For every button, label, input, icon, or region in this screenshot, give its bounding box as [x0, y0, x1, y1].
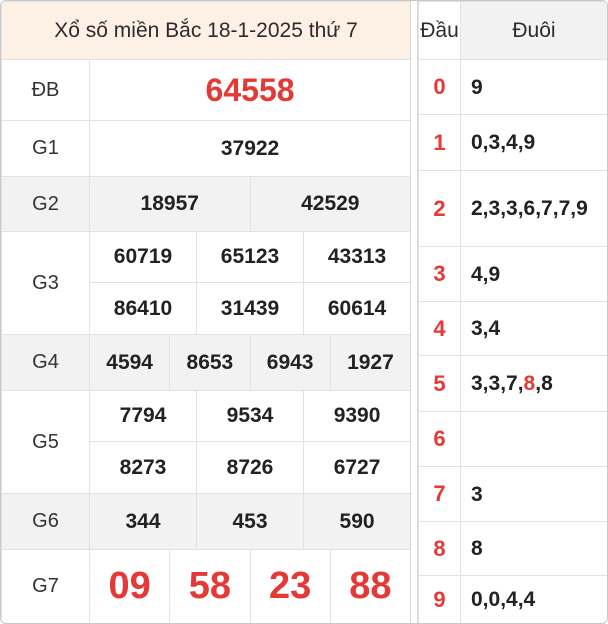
prize-label: G4: [1, 334, 90, 391]
loto-head-digit: 6: [418, 411, 461, 467]
loto-head-digit: 4: [418, 301, 461, 356]
loto-head-digit: 1: [418, 114, 461, 171]
prize-number: 9390: [302, 390, 412, 442]
prize-number: 18957: [89, 176, 251, 232]
prize-number: 8726: [196, 441, 304, 494]
loto-tail-digits: 2,3,3,6,7,7,9: [460, 170, 607, 247]
prize-number: 37922: [88, 120, 412, 177]
prize-label: G7: [1, 549, 90, 623]
loto-head-tail-table: Đầu Đuôi 0 9 1 0,3,4,9 2 2,3,3,6,7,7,9 3…: [418, 1, 607, 623]
loto-row: 4 3,4: [418, 301, 607, 356]
loto-row: 3 4,9: [418, 246, 607, 302]
column-divider: [410, 1, 418, 623]
prize-row-g4: G4 4594 8653 6943 1927: [1, 334, 412, 391]
loto-tail-digits: 0,3,4,9: [460, 114, 607, 171]
results-table: Xổ số miền Bắc 18-1-2025 thứ 7 ĐB 64558 …: [1, 1, 412, 623]
prize-number: 590: [302, 493, 412, 550]
prize-number: 31439: [196, 282, 304, 335]
prize-number: 58: [169, 549, 251, 623]
loto-tail-digits: [460, 411, 607, 467]
loto-head-digit: 0: [418, 59, 461, 115]
loto-tail-digits: 9: [460, 59, 607, 115]
prize-number: 42529: [249, 176, 412, 232]
head-column-header: Đầu: [418, 1, 461, 60]
prize-number: 88: [329, 549, 412, 623]
prize-row-g1: G1 37922: [1, 120, 412, 177]
prize-row-g6: G6 344 453 590: [1, 493, 412, 550]
prize-number: 86410: [89, 282, 197, 335]
tail-digit-highlight: 8: [523, 372, 536, 395]
prize-label: G1: [1, 120, 90, 177]
prize-number: 453: [196, 493, 304, 550]
prize-row-g3: G3 60719 65123 43313: [1, 231, 412, 335]
prize-number: 4594: [88, 334, 171, 391]
tail-column-header: Đuôi: [460, 1, 607, 60]
loto-tail-digits: 8: [460, 521, 607, 576]
loto-row: 7 3: [418, 466, 607, 522]
tail-digits-text: 3,3,7,: [471, 372, 524, 395]
loto-tail-digits: 4,9: [460, 246, 607, 302]
prize-number: 6943: [249, 334, 331, 391]
prize-label: ĐB: [1, 59, 90, 121]
loto-head-digit: 7: [418, 466, 461, 522]
lottery-result-panel: Xổ số miền Bắc 18-1-2025 thứ 7 ĐB 64558 …: [0, 0, 608, 624]
prize-row-g7: G7 09 58 23 88: [1, 549, 412, 623]
prize-row-g2: G2 18957 42529: [1, 176, 412, 232]
prize-label: G3: [1, 231, 90, 335]
loto-row: 8 8: [418, 521, 607, 576]
prize-number: 23: [249, 549, 331, 623]
loto-tail-digits: 3: [460, 466, 607, 522]
loto-head-digit: 9: [418, 575, 461, 623]
prize-number: 9534: [196, 390, 304, 442]
loto-row: 6: [418, 411, 607, 467]
prize-number: 8653: [169, 334, 251, 391]
loto-tail-digits: 3,4: [460, 301, 607, 356]
loto-row: 1 0,3,4,9: [418, 114, 607, 171]
prize-number: 8273: [89, 441, 197, 494]
prize-number: 60614: [302, 282, 412, 335]
prize-row-db: ĐB 64558: [1, 59, 412, 121]
loto-row: 5 3,3,7,8,8: [418, 355, 607, 412]
loto-head-digit: 2: [418, 170, 461, 247]
prize-number: 65123: [196, 231, 304, 283]
tail-digits-text: ,8: [535, 372, 553, 395]
page-title: Xổ số miền Bắc 18-1-2025 thứ 7: [1, 1, 412, 60]
loto-head-digit: 3: [418, 246, 461, 302]
loto-row: 2 2,3,3,6,7,7,9: [418, 170, 607, 247]
prize-label: G6: [1, 493, 90, 550]
loto-tail-digits: 0,0,4,4: [460, 575, 607, 623]
loto-row: 0 9: [418, 59, 607, 115]
prize-row-g5: G5 7794 9534 9390: [1, 390, 412, 494]
prize-number: 344: [89, 493, 197, 550]
special-prize-number: 64558: [88, 59, 412, 121]
prize-number: 7794: [89, 390, 197, 442]
loto-head-digit: 5: [418, 355, 461, 412]
loto-row: 9 0,0,4,4: [418, 575, 607, 623]
prize-number: 1927: [329, 334, 412, 391]
prize-number: 09: [88, 549, 171, 623]
loto-head-digit: 8: [418, 521, 461, 576]
loto-tail-digits: 3,3,7,8,8: [460, 355, 607, 412]
prize-label: G2: [1, 176, 90, 232]
prize-number: 60719: [89, 231, 197, 283]
prize-number: 6727: [302, 441, 412, 494]
prize-number: 43313: [302, 231, 412, 283]
prize-label: G5: [1, 390, 90, 494]
